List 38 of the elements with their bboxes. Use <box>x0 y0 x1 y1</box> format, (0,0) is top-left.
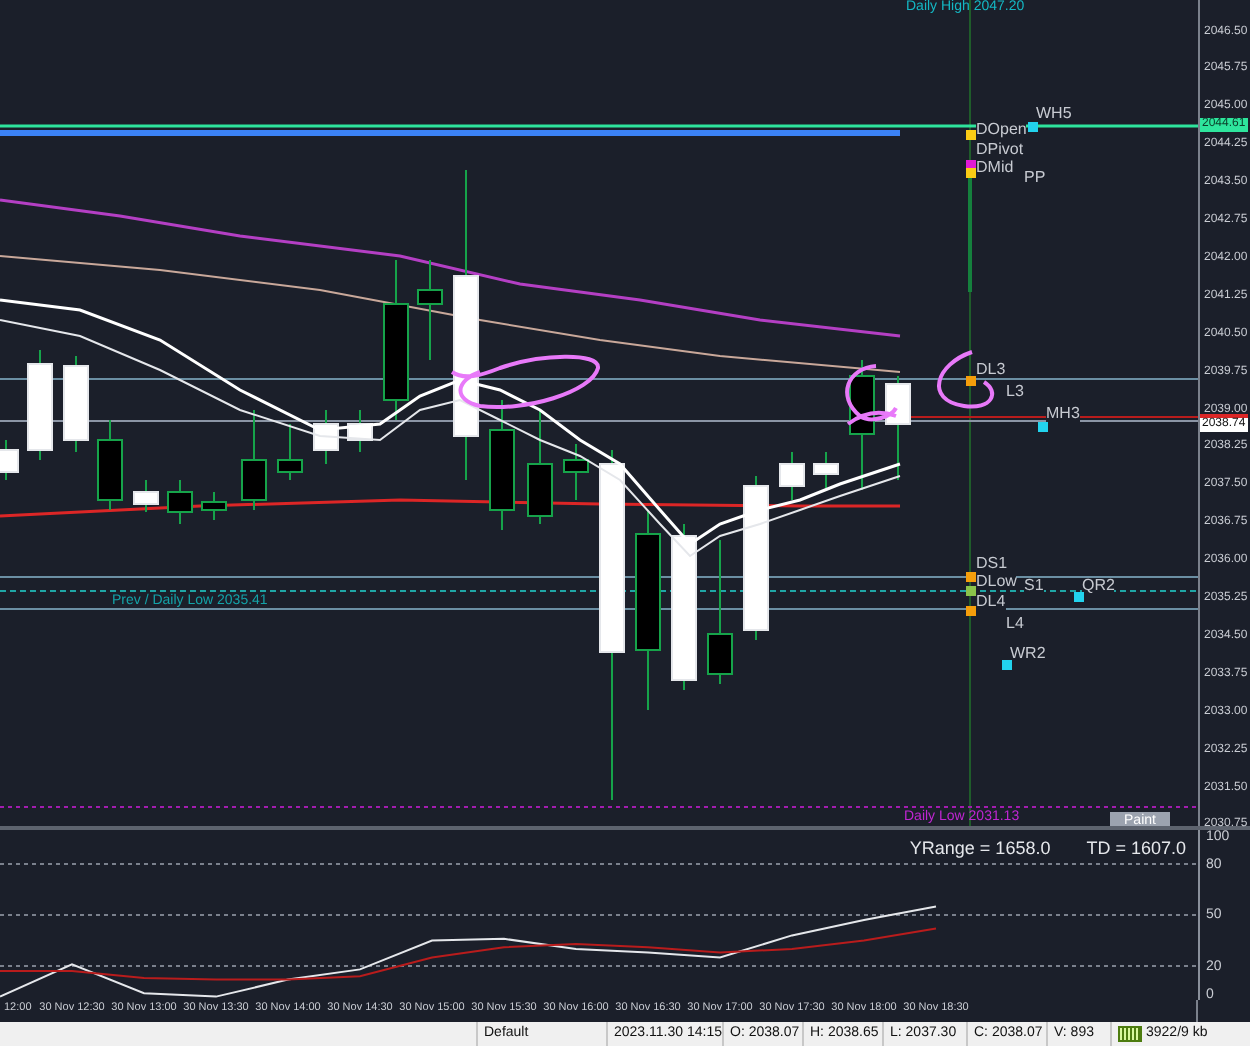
connection-bars-icon <box>1118 1026 1142 1042</box>
level-label: QR2 <box>1082 578 1115 594</box>
candle <box>347 409 373 453</box>
candle <box>849 359 875 491</box>
td-value: TD = 1607.0 <box>1086 840 1186 858</box>
candle <box>27 349 53 461</box>
level-label: MH3 <box>1046 406 1080 422</box>
level-label: S1 <box>1024 578 1044 594</box>
candle <box>201 491 227 521</box>
level-label: WR2 <box>1010 646 1046 662</box>
candle <box>885 375 911 481</box>
level-label: DL3 <box>976 362 1006 378</box>
level-label: DOpen <box>976 122 1027 138</box>
level-label: DPivot <box>976 142 1024 158</box>
level-label: DMid <box>976 160 1014 176</box>
candle <box>779 451 805 501</box>
pen-stroke <box>845 364 898 426</box>
candle <box>167 479 193 525</box>
yrange-value: YRange = 1658.0 <box>909 840 1051 858</box>
candle <box>97 419 123 511</box>
level-label: PP <box>1024 170 1046 186</box>
candle <box>313 409 339 465</box>
level-label: L4 <box>1006 616 1024 632</box>
candle <box>277 423 303 481</box>
level-label: DLow <box>976 574 1017 590</box>
level-label: L3 <box>1006 384 1024 400</box>
candle <box>0 439 19 481</box>
candle <box>489 399 515 531</box>
level-label: WH5 <box>1036 106 1072 122</box>
candle <box>133 479 159 513</box>
candle <box>63 355 89 453</box>
candle <box>417 259 443 361</box>
candle <box>241 409 267 511</box>
candle <box>527 409 553 525</box>
candle <box>563 443 589 501</box>
level-label: DS1 <box>976 556 1008 572</box>
level-label: DL4 <box>976 594 1006 610</box>
candle <box>813 451 839 489</box>
